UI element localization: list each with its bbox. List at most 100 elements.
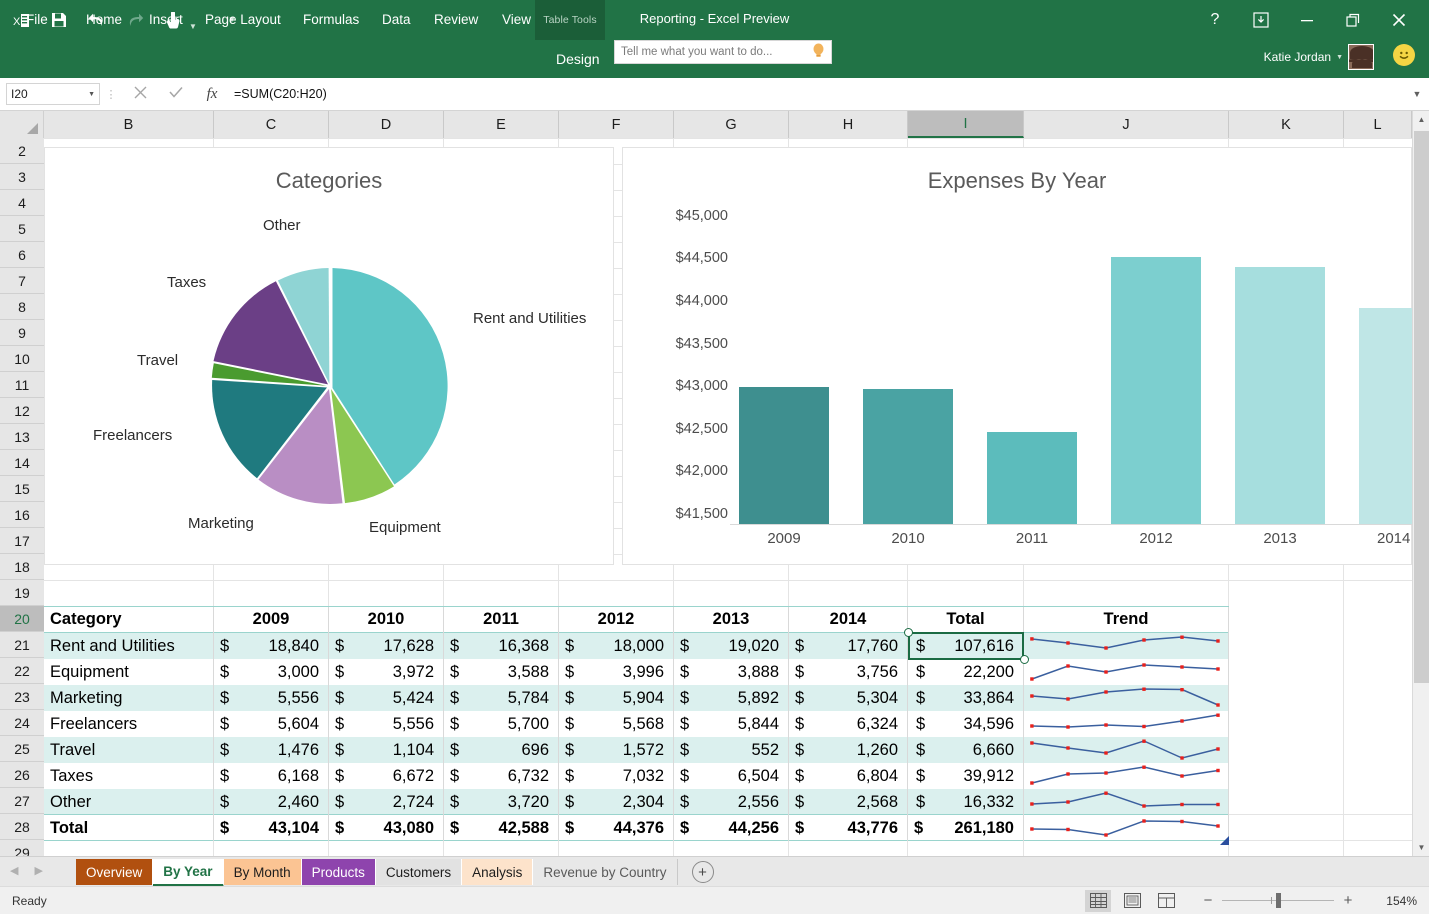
restore-icon[interactable] [1331,6,1375,34]
table-cell[interactable]: 5,904 [559,685,673,711]
tab-review[interactable]: Review [422,0,490,38]
cancel-x-icon[interactable] [122,86,158,102]
sheet-tab-customers[interactable]: Customers [376,859,462,885]
row-header-9[interactable]: 9 [0,320,44,346]
select-all-corner[interactable] [0,111,44,138]
row-header-27[interactable]: 27 [0,788,44,814]
account-area[interactable]: Katie Jordan ▼ [1264,44,1374,70]
table-cell[interactable]: 42,588 [444,815,558,841]
table-cell[interactable]: 5,304 [789,685,907,711]
table-row[interactable]: Equipment [44,659,213,685]
table-header-2013[interactable]: 2013 [674,607,788,632]
row-header-7[interactable]: 7 [0,268,44,294]
tell-me-search-box[interactable]: Tell me what you want to do... [614,40,832,64]
sparkline-taxes[interactable] [1028,765,1224,787]
table-header-2014[interactable]: 2014 [789,607,907,632]
help-icon[interactable]: ? [1193,6,1237,34]
bar-2014[interactable] [1359,308,1412,524]
table-cell[interactable]: 3,996 [559,659,673,685]
table-cell[interactable]: 3,888 [674,659,788,685]
sparkline-freelancers[interactable] [1028,713,1224,735]
sheet-tab-by-year[interactable]: By Year [153,859,223,887]
table-cell[interactable]: 5,556 [329,711,443,737]
row-header-18[interactable]: 18 [0,554,44,580]
table-cell[interactable]: 43,104 [214,815,328,841]
row-header-6[interactable]: 6 [0,242,44,268]
column-header-B[interactable]: B [44,111,214,138]
formula-bar-grip[interactable]: ⋮ [100,88,122,101]
categories-chart[interactable]: Categories [44,147,614,565]
table-header-2011[interactable]: 2011 [444,607,558,632]
row-header-4[interactable]: 4 [0,190,44,216]
column-header-H[interactable]: H [789,111,908,138]
table-cell[interactable]: 5,556 [214,685,328,711]
table-row[interactable]: Travel [44,737,213,763]
table-header-2010[interactable]: 2010 [329,607,443,632]
vertical-scrollbar[interactable]: ▲ ▼ [1412,111,1429,856]
row-header-20[interactable]: 20 [0,606,44,632]
table-cell[interactable]: 6,168 [214,763,328,789]
zoom-thumb[interactable] [1276,893,1281,908]
table-cell[interactable]: 6,672 [329,763,443,789]
enter-check-icon[interactable] [158,86,194,102]
table-cell[interactable]: 3,588 [444,659,558,685]
table-cell[interactable]: 18,840 [214,633,328,659]
chevron-left-icon[interactable]: ◀ [10,864,18,877]
sheet-tab-analysis[interactable]: Analysis [462,859,533,885]
table-header-2009[interactable]: 2009 [214,607,328,632]
table-cell[interactable]: 5,604 [214,711,328,737]
row-header-17[interactable]: 17 [0,528,44,554]
table-total-row-label[interactable]: Total [44,815,213,841]
table-cell-total[interactable]: 39,912 [908,763,1023,789]
column-header-J[interactable]: J [1024,111,1229,138]
sparkline-total[interactable] [1028,817,1224,839]
table-cell-total[interactable]: 107,616 [908,633,1023,659]
column-header-F[interactable]: F [559,111,674,138]
column-header-E[interactable]: E [444,111,559,138]
row-header-13[interactable]: 13 [0,424,44,450]
close-icon[interactable] [1377,6,1421,34]
chevron-down-icon[interactable]: ▼ [1336,54,1343,61]
row-header-5[interactable]: 5 [0,216,44,242]
table-cell-total[interactable]: 16,332 [908,789,1023,815]
row-header-3[interactable]: 3 [0,164,44,190]
table-header-category[interactable]: Category [44,607,213,632]
smiley-face-icon[interactable] [1393,44,1415,66]
table-cell-total[interactable]: 6,660 [908,737,1023,763]
row-header-15[interactable]: 15 [0,476,44,502]
table-row[interactable]: Rent and Utilities [44,633,213,659]
sparkline-equipment[interactable] [1028,661,1224,683]
zoom-track[interactable] [1222,900,1334,901]
scroll-down-icon[interactable]: ▼ [1413,839,1429,856]
row-header-14[interactable]: 14 [0,450,44,476]
table-cell[interactable]: 1,572 [559,737,673,763]
sparkline-travel[interactable] [1028,739,1224,761]
table-cell[interactable]: 18,000 [559,633,673,659]
row-header-26[interactable]: 26 [0,762,44,788]
row-header-23[interactable]: 23 [0,684,44,710]
row-header-16[interactable]: 16 [0,502,44,528]
table-header-total[interactable]: Total [908,607,1023,632]
column-header-C[interactable]: C [214,111,329,138]
tab-formulas[interactable]: Formulas [291,0,371,38]
tab-view[interactable]: View [490,0,543,38]
table-cell[interactable]: 696 [444,737,558,763]
vertical-scroll-thumb[interactable] [1414,131,1429,683]
sheet-nav-arrows[interactable]: ◀ ▶ [10,864,43,877]
table-resize-handle[interactable] [1220,832,1229,841]
row-header-2[interactable]: 2 [0,138,44,164]
page-layout-view-icon[interactable] [1119,890,1145,912]
minimize-icon[interactable] [1285,6,1329,34]
bar-2011[interactable] [987,432,1077,524]
cells-region[interactable]: Categories [44,138,1412,856]
tab-home[interactable]: Home [74,0,134,38]
insert-function-icon[interactable]: fx [194,86,230,103]
table-cell[interactable]: 2,568 [789,789,907,815]
table-cell-grand-total[interactable]: 261,180 [908,815,1023,841]
table-cell[interactable]: 2,556 [674,789,788,815]
table-header-2012[interactable]: 2012 [559,607,673,632]
zoom-level-label[interactable]: 154% [1375,894,1417,908]
table-header-trend[interactable]: Trend [1024,607,1228,632]
zoom-out-minus-icon[interactable]: − [1201,892,1215,909]
zoom-in-plus-icon[interactable]: + [1341,892,1355,909]
